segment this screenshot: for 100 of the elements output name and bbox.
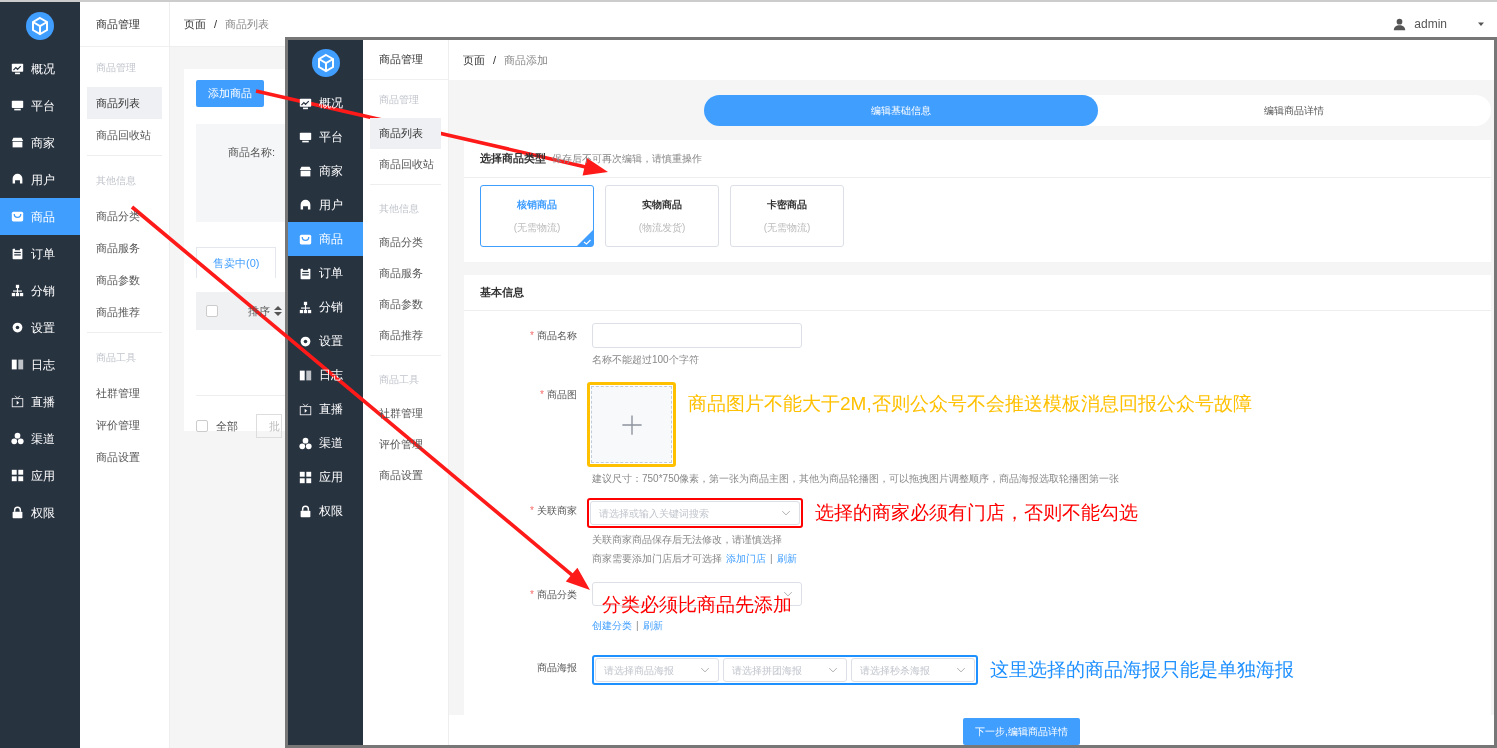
checkbox[interactable] xyxy=(206,305,218,317)
annotation-text: 商品图片不能大于2M,否则公众号不会推送模板消息回报公众号故障 xyxy=(688,394,1252,415)
annotation-text: 这里选择的商品海报只能是单独海报 xyxy=(990,659,1294,681)
hierarchy-icon xyxy=(11,284,24,297)
hierarchy-icon xyxy=(299,300,312,314)
submenu-item[interactable]: 商品分类 xyxy=(87,200,162,232)
submenu-item[interactable]: 商品参数 xyxy=(87,264,162,296)
chevron-icon xyxy=(828,665,838,675)
submenu-item[interactable]: 社群管理 xyxy=(370,398,441,429)
submenu-item[interactable]: 商品服务 xyxy=(370,258,441,289)
book-icon xyxy=(11,358,24,371)
sort-icon xyxy=(274,306,282,316)
menu-title: 商品管理 xyxy=(80,2,169,47)
caret-icon xyxy=(1477,20,1485,28)
nav-item[interactable]: 权限 xyxy=(0,494,80,531)
annotation-text: 分类必须比商品先添加 xyxy=(602,595,792,616)
cluster-icon xyxy=(11,432,24,445)
gear-icon xyxy=(11,321,24,334)
filter-label: 商品名称: xyxy=(228,145,276,158)
nav-item[interactable]: 应用 xyxy=(0,457,80,494)
separator-text: | xyxy=(770,552,773,566)
tv-icon xyxy=(11,395,24,408)
user-icon xyxy=(299,198,312,212)
field-label: 商品海报 xyxy=(536,661,577,675)
tv-icon xyxy=(299,402,312,416)
cluster-icon xyxy=(299,436,312,450)
checkbox[interactable] xyxy=(196,420,208,432)
submenu-item[interactable]: 商品推荐 xyxy=(87,296,162,328)
submenu-item[interactable]: 商品列表 xyxy=(87,87,162,119)
section-title: 基本信息 xyxy=(480,285,524,301)
nav-item[interactable]: 商家 xyxy=(0,124,80,161)
user-icon xyxy=(11,173,24,186)
submenu-item[interactable]: 评价管理 xyxy=(370,429,441,460)
nav-item[interactable]: 订单 xyxy=(288,256,363,290)
text-field[interactable] xyxy=(592,323,802,348)
breadcrumb-item[interactable]: 页面 xyxy=(184,15,206,33)
submenu-item[interactable]: 商品服务 xyxy=(87,232,162,264)
submenu-item[interactable]: 评价管理 xyxy=(87,409,162,441)
nav-item[interactable]: 渠道 xyxy=(288,426,363,460)
annotation-text: 选择的商家必须有门店，否则不能勾选 xyxy=(815,502,1138,524)
nav-item[interactable]: 设置 xyxy=(288,324,363,358)
nav-item[interactable]: 权限 xyxy=(288,494,363,528)
nav-item[interactable]: 用户 xyxy=(288,188,363,222)
menu-title: 商品管理 xyxy=(363,40,448,80)
submenu-item[interactable]: 商品设置 xyxy=(370,460,441,491)
chevron-icon xyxy=(956,665,966,675)
book-icon xyxy=(299,368,312,382)
submenu-item[interactable]: 社群管理 xyxy=(87,377,162,409)
nav-item[interactable]: 分销 xyxy=(0,272,80,309)
required-mark: * xyxy=(530,330,534,341)
field-label: * 商品名称 xyxy=(529,329,577,343)
submenu-item[interactable]: 商品设置 xyxy=(87,441,162,473)
chart-icon xyxy=(299,96,312,110)
type-card[interactable]: 卡密商品 (无需物流) xyxy=(730,185,844,247)
step-tab[interactable]: 编辑商品详情 xyxy=(1097,95,1491,126)
nav-item[interactable]: 分销 xyxy=(288,290,363,324)
user-icon xyxy=(1393,17,1407,31)
breadcrumb-separator: / xyxy=(493,52,497,68)
breadcrumb-item[interactable]: 页面 xyxy=(463,51,485,69)
nav-item[interactable]: 商家 xyxy=(288,154,363,188)
lock-icon xyxy=(299,504,312,518)
submenu-item[interactable]: 商品参数 xyxy=(370,289,441,320)
nav-item[interactable]: 直播 xyxy=(0,383,80,420)
nav-item[interactable]: 用户 xyxy=(0,161,80,198)
hint-text: 名称不能超过100个字符 xyxy=(592,353,699,367)
breadcrumb-separator: / xyxy=(214,16,218,32)
submenu-item[interactable]: 商品分类 xyxy=(370,227,441,258)
submenu-item[interactable]: 商品回收站 xyxy=(370,149,441,180)
nav-item[interactable]: 概况 xyxy=(0,50,80,87)
grid-icon xyxy=(11,469,24,482)
user-name[interactable]: admin xyxy=(1414,15,1447,33)
logo-icon xyxy=(311,49,340,77)
store-icon xyxy=(11,136,24,149)
plus-icon xyxy=(620,413,643,436)
type-card[interactable]: 实物商品 (物流发货) xyxy=(605,185,719,247)
nav-item[interactable]: 平台 xyxy=(0,87,80,124)
required-mark: * xyxy=(530,589,534,600)
submenu-item[interactable]: 商品列表 xyxy=(370,118,441,149)
nav-item[interactable]: 设置 xyxy=(0,309,80,346)
nav-item[interactable]: 平台 xyxy=(288,120,363,154)
nav-item[interactable]: 日志 xyxy=(0,346,80,383)
separator-text: | xyxy=(636,619,639,633)
monitor-icon xyxy=(299,130,312,144)
nav-item[interactable]: 应用 xyxy=(288,460,363,494)
lock-icon xyxy=(11,506,24,519)
bag-icon xyxy=(299,232,312,246)
chevron-icon xyxy=(700,665,710,675)
check-icon xyxy=(577,230,593,246)
submenu-item[interactable]: 商品回收站 xyxy=(87,119,162,151)
submenu-item[interactable]: 商品推荐 xyxy=(370,320,441,351)
clipboard-icon xyxy=(299,266,312,280)
nav-item[interactable]: 直播 xyxy=(288,392,363,426)
store-icon xyxy=(299,164,312,178)
hint-text: 商家需要添加门店后才可选择 xyxy=(592,552,722,566)
bag-icon xyxy=(11,210,24,223)
field-label: * 商品图 xyxy=(539,388,577,402)
breadcrumb-item: 商品添加 xyxy=(504,52,549,68)
nav-item[interactable]: 订单 xyxy=(0,235,80,272)
nav-item[interactable]: 渠道 xyxy=(0,420,80,457)
field-label: * 关联商家 xyxy=(529,504,577,518)
